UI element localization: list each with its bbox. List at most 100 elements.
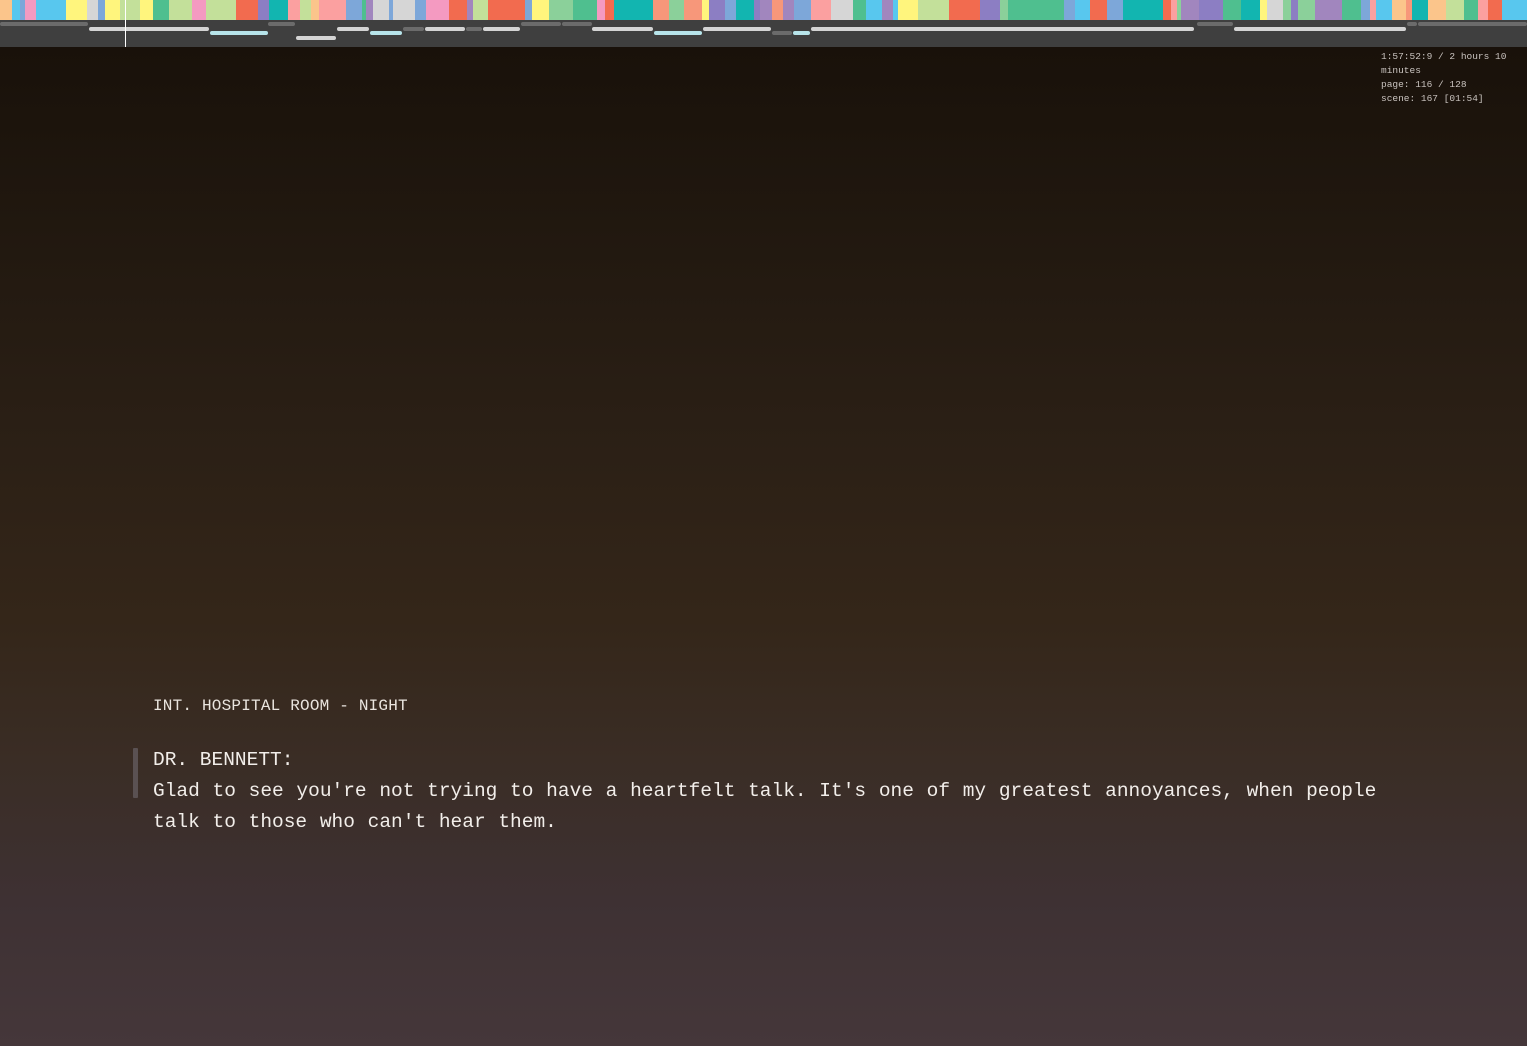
scene-segment[interactable] — [192, 0, 206, 20]
scene-segment[interactable] — [866, 0, 882, 20]
scene-segment[interactable] — [366, 0, 373, 20]
scene-segment[interactable] — [1163, 0, 1171, 20]
scene-segment[interactable] — [319, 0, 327, 20]
scene-readout: scene: 167 [01:54] — [1381, 93, 1484, 104]
scene-segment[interactable] — [473, 0, 488, 20]
scene-segment[interactable] — [573, 0, 597, 20]
scene-segment[interactable] — [760, 0, 772, 20]
scene-segment[interactable] — [1342, 0, 1361, 20]
scene-segment[interactable] — [1181, 0, 1199, 20]
scene-segment[interactable] — [597, 0, 605, 20]
scene-segment[interactable] — [1446, 0, 1464, 20]
scene-segment[interactable] — [1291, 0, 1298, 20]
scene-segment[interactable] — [702, 0, 709, 20]
scene-segment[interactable] — [269, 0, 288, 20]
scene-segment[interactable] — [1267, 0, 1283, 20]
scene-segment[interactable] — [1361, 0, 1370, 20]
scene-segment[interactable] — [74, 0, 87, 20]
scene-segment[interactable] — [1241, 0, 1260, 20]
character-track-line — [0, 22, 88, 26]
scene-segment[interactable] — [980, 0, 1000, 20]
scene-segment[interactable] — [12, 0, 20, 20]
scene-segment[interactable] — [669, 0, 684, 20]
scene-segment[interactable] — [140, 0, 153, 20]
scene-segment[interactable] — [327, 0, 346, 20]
scene-segment[interactable] — [1376, 0, 1392, 20]
scene-segment[interactable] — [98, 0, 105, 20]
scene-segment[interactable] — [831, 0, 853, 20]
scene-segment[interactable] — [311, 0, 319, 20]
scene-segment[interactable] — [1464, 0, 1478, 20]
scene-segment[interactable] — [961, 0, 980, 20]
scene-segment[interactable] — [236, 0, 258, 20]
scene-segment[interactable] — [1223, 0, 1241, 20]
scene-segment[interactable] — [0, 0, 12, 20]
scene-segment[interactable] — [449, 0, 467, 20]
scene-segment[interactable] — [36, 0, 66, 20]
scene-segment[interactable] — [1123, 0, 1163, 20]
scene-segment[interactable] — [525, 0, 532, 20]
scene-segment[interactable] — [725, 0, 736, 20]
scene-segment[interactable] — [918, 0, 949, 20]
scene-segment[interactable] — [258, 0, 269, 20]
scene-segment[interactable] — [120, 0, 140, 20]
scene-segment[interactable] — [783, 0, 794, 20]
scene-segment[interactable] — [605, 0, 614, 20]
scene-segment[interactable] — [1260, 0, 1267, 20]
scene-segment[interactable] — [853, 0, 866, 20]
scene-segment[interactable] — [288, 0, 300, 20]
scene-segment[interactable] — [174, 0, 192, 20]
scene-segment[interactable] — [1488, 0, 1502, 20]
scene-segment[interactable] — [653, 0, 669, 20]
scene-color-strip[interactable] — [0, 0, 1527, 20]
scene-segment[interactable] — [1428, 0, 1446, 20]
scene-segment[interactable] — [1412, 0, 1428, 20]
scene-segment[interactable] — [1090, 0, 1107, 20]
scene-segment[interactable] — [1392, 0, 1406, 20]
scene-segment[interactable] — [415, 0, 426, 20]
scene-segment[interactable] — [153, 0, 169, 20]
playhead-marker[interactable] — [125, 0, 126, 47]
scene-segment[interactable] — [1199, 0, 1223, 20]
playback-status-panel: 1:57:52:9 / 2 hours 10 minutes page: 116… — [1381, 50, 1513, 106]
scene-segment[interactable] — [488, 0, 525, 20]
scene-segment[interactable] — [949, 0, 961, 20]
scene-segment[interactable] — [882, 0, 893, 20]
scene-segment[interactable] — [1107, 0, 1123, 20]
scene-segment[interactable] — [300, 0, 311, 20]
scene-segment[interactable] — [794, 0, 811, 20]
scene-segment[interactable] — [66, 0, 74, 20]
scene-segment[interactable] — [549, 0, 573, 20]
scene-segment[interactable] — [532, 0, 549, 20]
scene-segment[interactable] — [898, 0, 918, 20]
scene-segment[interactable] — [1027, 0, 1064, 20]
scene-segment[interactable] — [426, 0, 449, 20]
scene-segment[interactable] — [811, 0, 831, 20]
scene-segment[interactable] — [1298, 0, 1315, 20]
scene-segment[interactable] — [373, 0, 389, 20]
scene-segment[interactable] — [1000, 0, 1008, 20]
scene-segment[interactable] — [206, 0, 236, 20]
scene-segment[interactable] — [1283, 0, 1291, 20]
scene-segment[interactable] — [1008, 0, 1027, 20]
scene-segment[interactable] — [25, 0, 36, 20]
character-track-line — [1407, 22, 1417, 26]
scene-segment[interactable] — [1315, 0, 1342, 20]
character-track-line — [521, 22, 561, 26]
scene-segment[interactable] — [709, 0, 725, 20]
scene-segment[interactable] — [1064, 0, 1075, 20]
scene-segment[interactable] — [772, 0, 783, 20]
scene-timeline[interactable] — [0, 0, 1527, 47]
scene-segment[interactable] — [1502, 0, 1525, 20]
scene-segment[interactable] — [736, 0, 754, 20]
character-track-line — [772, 31, 792, 35]
scene-segment[interactable] — [614, 0, 643, 20]
scene-segment[interactable] — [105, 0, 120, 20]
character-track-line — [296, 36, 336, 40]
scene-segment[interactable] — [393, 0, 415, 20]
scene-segment[interactable] — [346, 0, 362, 20]
scene-segment[interactable] — [1075, 0, 1082, 20]
scene-segment[interactable] — [1082, 0, 1090, 20]
scene-segment[interactable] — [1478, 0, 1488, 20]
scene-segment[interactable] — [684, 0, 702, 20]
